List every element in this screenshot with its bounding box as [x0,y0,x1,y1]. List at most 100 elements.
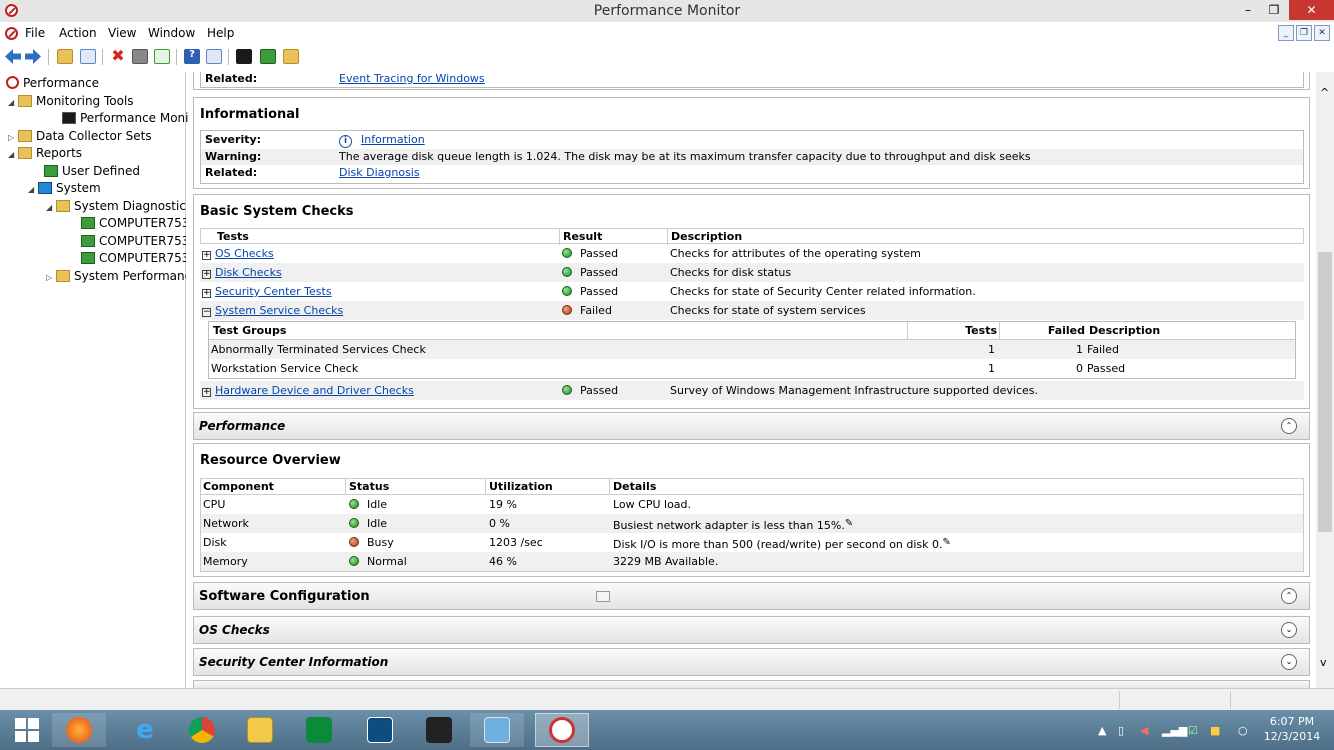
expand-icon[interactable]: + [202,251,211,260]
help-icon[interactable]: ? [184,49,200,64]
edit-note-icon[interactable]: ✎ [943,533,951,552]
taskbar-store[interactable] [292,713,346,747]
os-checks-link[interactable]: OS Checks [215,247,274,260]
collapse-section-icon[interactable]: ⌃ [1281,418,1297,434]
severity-link[interactable]: Information [361,133,425,146]
collapse-arrow-icon[interactable]: ◢ [28,181,38,197]
taskbar-chrome[interactable] [175,713,229,747]
collapse-icon[interactable]: − [202,308,211,317]
menu-view[interactable]: View [108,26,136,40]
security-center-header[interactable]: Security Center Information ⌄ [193,648,1310,676]
file-explorer-icon [247,717,273,743]
next-section-header[interactable] [193,680,1310,688]
taskbar-internet-explorer[interactable]: e [118,713,172,747]
informational-table: Severity: i Information Warning: The aver… [200,130,1304,184]
expand-section-icon[interactable]: ⌄ [1281,622,1297,638]
refresh-icon[interactable] [154,49,170,64]
performance-section-header[interactable]: Performance ⌃ [193,412,1310,440]
back-icon[interactable] [5,49,21,64]
expand-section-icon[interactable]: ⌄ [1281,654,1297,670]
security-icon[interactable]: ■ [1210,724,1220,737]
tree-item-performance[interactable]: Performance [6,75,99,92]
volume-muted-icon[interactable]: ◀ [1140,724,1148,737]
taskbar-performance-monitor[interactable] [535,713,589,747]
tree-item-monitoring-tools[interactable]: ◢ Monitoring Tools [8,93,134,110]
main-vertical-scrollbar[interactable]: ^ v [1316,72,1334,688]
network-icon[interactable]: ○ [1238,724,1248,737]
os-checks-header[interactable]: OS Checks ⌄ [193,616,1310,644]
tree-item-system-performance[interactable]: ▷System Performance [46,268,186,285]
tree-item-reports[interactable]: ◢ Reports [8,145,82,162]
start-button[interactable] [0,713,54,747]
delete-icon[interactable]: ✖ [110,48,126,64]
basic-checks-title: Basic System Checks [200,204,354,219]
taskbar-firefox[interactable] [52,713,106,747]
busy-status-icon [349,537,359,547]
menu-file[interactable]: File [25,26,45,40]
mdi-restore-button[interactable]: ❐ [1296,25,1312,41]
taskbar-solitaire[interactable] [353,713,407,747]
tree-item-computer-report[interactable]: COMPUTER753E [81,250,186,267]
forward-icon[interactable] [25,49,41,64]
software-configuration-header[interactable]: Software Configuration ⌃ [193,582,1310,610]
tree-item-data-collector-sets[interactable]: ▷ Data Collector Sets [8,128,152,145]
expand-icon[interactable]: + [202,388,211,397]
system-service-checks-link[interactable]: System Service Checks [215,304,343,317]
signal-icon[interactable]: ▂▄▆ [1162,724,1187,737]
event-tracing-link[interactable]: Event Tracing for Windows [339,72,485,87]
basic-system-checks-section: Basic System Checks Tests Result Descrip… [193,194,1310,409]
table-row: + Disk Checks Passed Checks for disk stat… [200,263,1304,282]
related-label: Related: [205,72,258,85]
menu-action[interactable]: Action [59,26,97,40]
show-hidden-icons[interactable]: ▲ [1098,724,1106,737]
security-center-tests-link[interactable]: Security Center Tests [215,285,332,298]
scroll-thumb[interactable] [1318,252,1332,532]
taskbar-control-panel[interactable] [470,713,524,747]
disk-checks-link[interactable]: Disk Checks [215,266,282,279]
expand-icon[interactable]: + [202,270,211,279]
scroll-up-icon[interactable]: ^ [1320,86,1329,99]
scroll-down-icon[interactable]: v [1320,656,1327,669]
menu-bar: File Action View Window Help [0,22,1334,44]
information-icon: i [339,135,352,148]
tree-item-computer-report[interactable]: COMPUTER753E [81,233,186,250]
close-button[interactable]: ✕ [1289,0,1334,20]
disk-diagnosis-link[interactable]: Disk Diagnosis [339,165,420,181]
device-icon[interactable]: ▯ [1118,724,1124,737]
mdi-close-button[interactable]: ✕ [1314,25,1330,41]
menu-help[interactable]: Help [207,26,234,40]
col-description: Description [667,229,742,245]
tree-item-system-diagnostics[interactable]: ◢ System Diagnostics [46,198,186,215]
collapse-arrow-icon[interactable]: ◢ [8,146,18,162]
expand-arrow-icon[interactable]: ▷ [8,129,18,145]
mdi-minimize-button[interactable]: _ [1278,25,1294,41]
checkmark-icon[interactable]: ☑ [1188,724,1198,737]
system-menu-icon[interactable] [5,27,18,40]
up-folder-icon[interactable] [57,49,73,64]
tree-item-system[interactable]: ◢ System [28,180,101,197]
tree-item-user-defined[interactable]: User Defined [44,163,140,180]
collapse-section-icon[interactable]: ⌃ [1281,588,1297,604]
taskbar-file-explorer[interactable] [233,713,287,747]
performance-monitor-icon[interactable] [236,49,252,64]
collapse-arrow-icon[interactable]: ◢ [8,94,18,110]
properties-icon[interactable] [206,49,222,64]
maximize-button[interactable]: ❐ [1261,0,1287,20]
expand-arrow-icon[interactable]: ▷ [46,269,56,285]
edit-note-icon[interactable]: ✎ [845,514,853,533]
clock[interactable]: 6:07 PM 12/3/2014 [1262,714,1322,744]
show-hide-tree-icon[interactable] [80,49,96,64]
tree-item-performance-monitor[interactable]: Performance Monitor [62,110,205,127]
resource-overview-title: Resource Overview [200,453,341,468]
performance-title: Performance [199,419,286,433]
taskbar-touch-app[interactable] [412,713,466,747]
report-icon[interactable] [260,49,276,64]
menu-window[interactable]: Window [148,26,195,40]
print-icon[interactable] [132,49,148,64]
expand-icon[interactable]: + [202,289,211,298]
minimize-button[interactable]: – [1235,0,1261,20]
folder-icon[interactable] [283,49,299,64]
tree-item-computer-report[interactable]: COMPUTER753E [81,215,186,232]
hardware-checks-link[interactable]: Hardware Device and Driver Checks [215,384,414,397]
collapse-arrow-icon[interactable]: ◢ [46,199,56,215]
